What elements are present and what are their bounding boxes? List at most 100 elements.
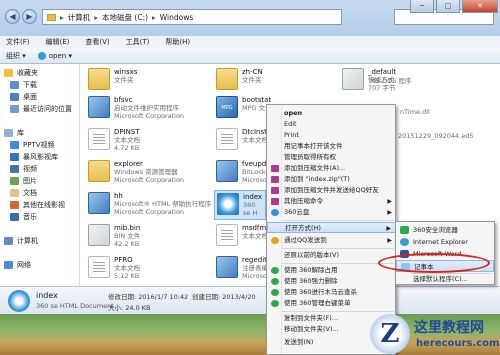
file-item-partial[interactable]: MS-DOS 程序 xyxy=(370,77,411,85)
file-item[interactable]: zh-CN 文件夹 xyxy=(216,68,263,90)
forward-arrow-icon[interactable]: ▶ xyxy=(22,9,37,24)
back-arrow-icon[interactable]: ◀ xyxy=(5,9,20,24)
file-item[interactable]: mib.bin BIN 文件 42.2 KB xyxy=(88,224,140,248)
nav-music[interactable]: 音乐 xyxy=(10,212,37,222)
submenu-item-ie[interactable]: Internet Explorer xyxy=(396,236,494,248)
menu-label: 其他压缩命令 xyxy=(284,197,323,205)
file-item-selected[interactable]: index 360 se H xyxy=(214,190,266,220)
file-item-partial[interactable]: 20151229_092044.ed5 xyxy=(398,132,473,140)
nav-label: 文档 xyxy=(23,189,37,197)
nav-network[interactable]: 网络 xyxy=(4,260,31,270)
breadcrumb-windows[interactable]: Windows xyxy=(160,13,193,22)
file-type: Windows 资源管理器 xyxy=(114,168,178,176)
nav-online-video[interactable]: 其他在线影视 xyxy=(10,200,65,210)
menu-item-restore-versions[interactable]: 还原以前的版本(V) xyxy=(267,250,397,261)
file-item[interactable]: winsxs 文件夹 xyxy=(88,68,138,90)
menu-item-send-qq[interactable]: 通过QQ发送到 ▶ xyxy=(267,235,397,246)
menu-item-360-manage[interactable]: 使用 360管理右键菜单 xyxy=(267,298,397,309)
file-item[interactable]: explorer Windows 资源管理器 Microsoft Corporati… xyxy=(88,160,184,184)
file-item[interactable]: hh Microsoft® HTML 帮助执行程序 Microsoft Corpor… xyxy=(88,192,211,216)
menu-label: 还原以前的版本(V) xyxy=(284,251,340,259)
menu-item-take-ownership[interactable]: 管理员取得所有权 xyxy=(267,152,397,163)
file-size: 5.12 KB xyxy=(114,272,140,280)
menu-edit[interactable]: 编辑(E) xyxy=(46,37,70,47)
menu-item-360-delete[interactable]: 使用 360强力删除 xyxy=(267,276,397,287)
file-item[interactable]: PFRO 文本文档 5.12 KB xyxy=(88,256,140,280)
menu-separator xyxy=(282,220,394,221)
menu-file[interactable]: 文件(F) xyxy=(6,37,30,47)
menu-item-open-with[interactable]: 打开方式(H) ▶ xyxy=(267,222,397,233)
menu-item-edit[interactable]: Edit xyxy=(267,119,397,130)
file-item[interactable]: DtcInsta 文本文档 xyxy=(216,128,271,150)
highlight-oval xyxy=(378,253,490,273)
file-item-partial[interactable]: nTime.dll xyxy=(400,108,430,116)
file-item[interactable]: MPG bootstat MPG 文件 xyxy=(216,96,272,118)
nav-pictures[interactable]: 图片 xyxy=(10,176,37,186)
menu-label: 添加到 "index.zip"(T) xyxy=(284,175,350,183)
menu-item-print[interactable]: Print xyxy=(267,130,397,141)
menu-label: 360安全浏览器 xyxy=(413,226,458,234)
ie-icon xyxy=(37,51,46,60)
menu-item-360-cloud[interactable]: 360云盘 ▶ xyxy=(267,207,397,218)
menu-tools[interactable]: 工具(T) xyxy=(126,37,150,47)
menu-label: 通过QQ发送到 xyxy=(284,236,327,244)
file-item[interactable]: bfsvc 启动文件维护实用程序 Microsoft Corporation xyxy=(88,96,184,120)
menu-view[interactable]: 查看(V) xyxy=(85,37,109,47)
nav-desktop[interactable]: 桌面 xyxy=(10,92,37,102)
nav-documents[interactable]: 文档 xyxy=(10,188,37,198)
menu-help[interactable]: 帮助(H) xyxy=(165,37,190,47)
file-company: Microsoft Corporation xyxy=(114,208,185,216)
nav-libraries[interactable]: 库 xyxy=(4,128,24,138)
open-label: open ▾ xyxy=(48,51,72,60)
menu-item-360-scan[interactable]: 使用 360进行木马云查杀 xyxy=(267,287,397,298)
file-item[interactable]: msdfma 文本文档 xyxy=(216,224,270,246)
menu-item-360-unlock[interactable]: 使用 360解除占用 xyxy=(267,265,397,276)
menu-item-other-compress[interactable]: 其他压缩命令 ▶ xyxy=(267,196,397,207)
file-size: 707 字节 xyxy=(368,84,396,92)
menu-item-add-archive[interactable]: 添加到压缩文件(A)... xyxy=(267,163,397,174)
nav-baofeng[interactable]: 暴风影视库 xyxy=(10,152,58,162)
breadcrumb-drive[interactable]: 本地磁盘 (C:) xyxy=(102,12,148,23)
menu-item-open[interactable]: open xyxy=(267,108,397,119)
title-bar: ◀ ▶ ▸ 计算机 ▸ 本地磁盘 (C:) ▸ Windows ─ □ ✕ xyxy=(0,0,500,36)
text-file-icon xyxy=(88,128,110,150)
nav-label: 桌面 xyxy=(23,93,37,101)
breadcrumb-computer[interactable]: 计算机 xyxy=(68,12,91,23)
minimize-button[interactable]: ─ xyxy=(410,0,434,13)
nav-recent[interactable]: 最近访问的位置 xyxy=(10,104,72,114)
submenu-item-360-browser[interactable]: 360安全浏览器 xyxy=(396,224,494,236)
ie-icon xyxy=(400,238,409,246)
menu-label: open xyxy=(284,109,303,117)
nav-computer[interactable]: 计算机 xyxy=(4,236,38,246)
library-icon xyxy=(4,129,13,137)
menu-label: 用记事本打开该文件 xyxy=(284,142,343,150)
open-button[interactable]: open ▾ xyxy=(37,51,72,60)
nav-favorites[interactable]: 收藏夹 xyxy=(4,68,38,78)
menu-label: 使用 360解除占用 xyxy=(284,266,338,274)
submenu-item-choose-default[interactable]: 选择默认程序(C)... xyxy=(396,273,494,285)
menu-item-archive-qq[interactable]: 添加到压缩文件并发送给QQ好友 xyxy=(267,185,397,196)
360-icon xyxy=(271,267,279,274)
nav-label: PPTV视频 xyxy=(23,141,55,149)
menu-item-add-zip[interactable]: 添加到 "index.zip"(T) xyxy=(267,174,397,185)
cloud-icon xyxy=(271,209,279,216)
file-item[interactable]: fveupda BitLocke Microsof xyxy=(216,160,271,184)
maximize-button[interactable]: □ xyxy=(436,0,460,13)
menu-label: 管理员取得所有权 xyxy=(284,153,336,161)
file-size: 4.72 KB xyxy=(114,144,140,152)
close-button[interactable]: ✕ xyxy=(462,0,498,13)
video-icon xyxy=(10,201,19,209)
menu-label: 发送到(N) xyxy=(284,338,314,346)
file-item[interactable]: DPINST 文本文档 4.72 KB xyxy=(88,128,140,152)
nav-downloads[interactable]: 下载 xyxy=(10,80,37,90)
details-created: 创建日期: 2013/4/20 xyxy=(192,293,256,301)
address-bar[interactable]: ▸ 计算机 ▸ 本地磁盘 (C:) ▸ Windows xyxy=(42,9,342,25)
nav-pptv[interactable]: PPTV视频 xyxy=(10,140,55,150)
file-name: hh xyxy=(114,192,123,200)
organize-label: 组织 ▾ xyxy=(6,51,26,60)
nav-label: 音乐 xyxy=(23,213,37,221)
organize-button[interactable]: 组织 ▾ xyxy=(6,51,26,61)
nav-videos[interactable]: 视频 xyxy=(10,164,37,174)
menu-item-open-notepad[interactable]: 用记事本打开该文件 xyxy=(267,141,397,152)
text-file-icon xyxy=(216,128,238,150)
